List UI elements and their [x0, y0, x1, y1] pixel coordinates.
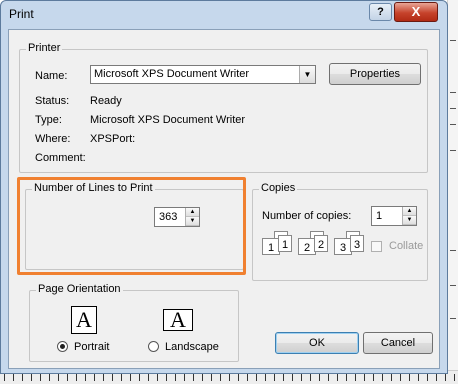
printer-name-label: Name: [35, 70, 68, 82]
copies-spinner[interactable]: ▲ ▼ [402, 207, 416, 225]
portrait-radio[interactable] [57, 341, 68, 352]
where-value: XPSPort: [90, 133, 136, 145]
status-value: Ready [90, 95, 122, 107]
landscape-label: Landscape [165, 341, 219, 353]
portrait-label: Portrait [74, 341, 110, 353]
print-dialog: Print ? X Printer Name: Microsoft XPS Do… [0, 0, 448, 374]
printer-name-value: Microsoft XPS Document Writer [94, 68, 250, 80]
collate-label: Collate [389, 240, 424, 252]
type-value: Microsoft XPS Document Writer [90, 114, 246, 126]
printer-name-select[interactable]: Microsoft XPS Document Writer ▼ [90, 65, 316, 84]
comment-label: Comment: [35, 152, 86, 164]
copies-group-label: Copies [259, 182, 298, 194]
printer-group-label: Printer [26, 42, 63, 54]
collate-checkbox[interactable] [371, 241, 382, 252]
where-label: Where: [35, 133, 71, 145]
background-document-edge [447, 0, 458, 384]
type-label: Type: [35, 114, 62, 126]
spin-up-icon[interactable]: ▲ [403, 207, 416, 216]
landscape-radio[interactable] [148, 341, 159, 352]
title-bar: Print ? X [1, 1, 447, 27]
status-label: Status: [35, 95, 70, 107]
spin-down-icon[interactable]: ▼ [403, 216, 416, 225]
chevron-down-icon[interactable]: ▼ [299, 66, 315, 83]
copies-count-value: 1 [376, 210, 383, 222]
page-2-front: 2 [314, 235, 328, 252]
orientation-group-label: Page Orientation [36, 283, 123, 295]
copies-count-label: Number of copies: [262, 210, 352, 222]
collate-pages-icon: 1 1 2 2 3 3 [262, 231, 367, 269]
properties-button[interactable]: Properties [329, 63, 421, 85]
cancel-button[interactable]: Cancel [363, 332, 433, 354]
highlight-box [17, 177, 246, 275]
window-title: Print [9, 7, 34, 21]
close-button[interactable]: X [394, 2, 438, 22]
help-button[interactable]: ? [369, 3, 392, 21]
landscape-icon: A [163, 309, 193, 331]
portrait-icon: A [71, 306, 97, 334]
page-3-front: 3 [350, 235, 364, 252]
copies-count-input[interactable]: 1 ▲ ▼ [371, 206, 417, 226]
page-1-front: 1 [278, 235, 292, 252]
ok-button[interactable]: OK [275, 332, 359, 354]
